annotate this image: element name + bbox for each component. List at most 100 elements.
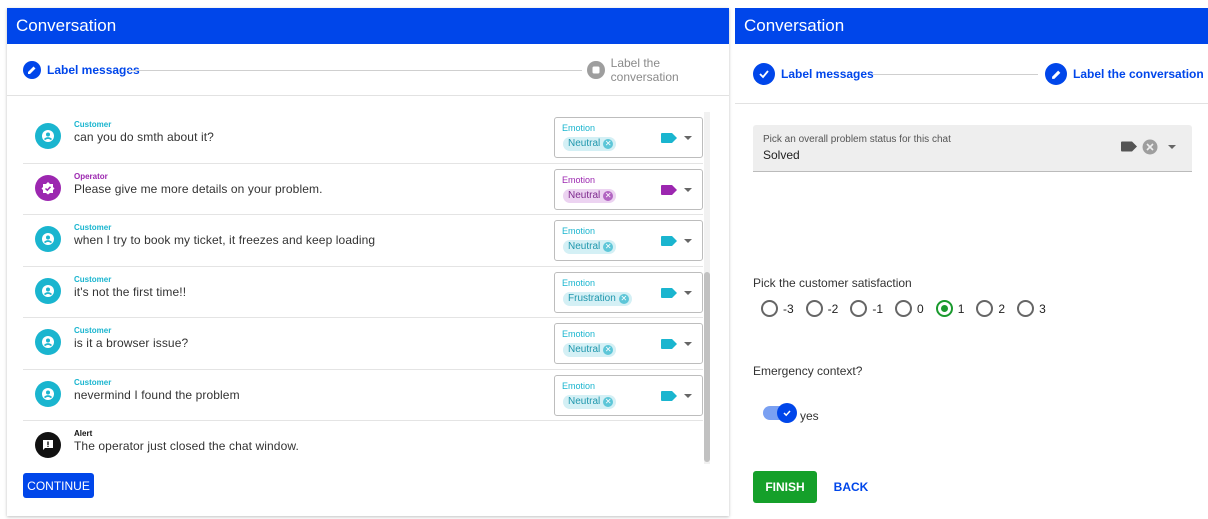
panel-title: Conversation — [16, 16, 117, 35]
customer-avatar-icon — [35, 277, 61, 304]
satisfaction-option[interactable]: 2 — [976, 300, 1005, 317]
emotion-chip-text: Neutral — [568, 344, 601, 355]
message-sender: Customer — [74, 377, 112, 387]
customer-avatar-icon — [35, 329, 61, 355]
pencil-icon — [23, 61, 41, 79]
emotion-label: Emotion — [562, 277, 596, 288]
radio-button[interactable] — [850, 300, 868, 317]
chip-remove-icon[interactable]: ✕ — [618, 293, 629, 304]
scrollbar[interactable] — [704, 112, 710, 464]
satisfaction-label: Pick the customer satisfaction — [753, 276, 912, 290]
chevron-down-icon[interactable] — [684, 136, 692, 140]
emotion-chip-text: Neutral — [568, 395, 601, 407]
check-icon — [777, 403, 797, 423]
message-sender: Operator — [74, 171, 108, 181]
emotion-label: Emotion — [562, 329, 596, 339]
step-box-icon — [587, 61, 605, 79]
step-label-messages[interactable]: Label messages — [753, 44, 874, 104]
tag-icon[interactable] — [1121, 141, 1137, 152]
conversation-panel-messages: Conversation Label messages Label the co… — [7, 8, 729, 516]
continue-button[interactable]: CONTINUE — [23, 473, 94, 498]
chevron-down-icon[interactable] — [684, 187, 692, 192]
tag-icon[interactable] — [661, 339, 677, 349]
customer-avatar-icon — [35, 226, 61, 252]
chip-remove-icon[interactable]: ✕ — [603, 396, 614, 407]
clear-icon[interactable] — [1142, 139, 1158, 155]
tag-icon[interactable] — [661, 287, 677, 298]
message-row: Customer nevermind I found the problem E… — [23, 370, 703, 421]
radio-label: -3 — [783, 301, 794, 316]
radio-button[interactable] — [761, 300, 778, 317]
customer-avatar-icon — [35, 123, 61, 149]
pencil-icon — [1045, 63, 1067, 85]
panel-header: Conversation — [7, 8, 729, 44]
message-text: nevermind I found the problem — [74, 387, 240, 402]
message-row: Customer is it a browser issue? Emotion … — [23, 318, 703, 370]
step-connector — [127, 70, 582, 71]
message-list: Customer can you do smth about it? Emoti… — [23, 112, 703, 473]
step-label: Label messages — [781, 67, 874, 81]
step-label-conversation[interactable]: Label the conversation — [1045, 44, 1204, 104]
satisfaction-option[interactable]: 3 — [1017, 300, 1046, 317]
step-label-conversation[interactable]: Label the conversation — [587, 44, 729, 96]
radio-button[interactable] — [1017, 300, 1035, 317]
tag-icon[interactable] — [661, 133, 677, 143]
chip-remove-icon[interactable]: ✕ — [603, 345, 614, 355]
emotion-chip: Neutral ✕ — [563, 137, 617, 151]
stepper: Label messages Label the conversation — [735, 44, 1208, 104]
chevron-down-icon[interactable] — [684, 239, 692, 243]
satisfaction-option[interactable]: -2 — [805, 300, 838, 317]
emotion-chip: Neutral ✕ — [563, 188, 617, 203]
emotion-select[interactable]: Emotion Frustration ✕ — [554, 271, 703, 313]
step-label: Label the conversation — [610, 56, 679, 84]
emotion-chip-text: Neutral — [568, 241, 601, 252]
emotion-chip: Neutral ✕ — [563, 343, 617, 357]
chip-remove-icon[interactable]: ✕ — [603, 242, 614, 252]
chip-remove-icon[interactable]: ✕ — [603, 139, 614, 149]
emotion-select[interactable]: Emotion Neutral ✕ — [554, 168, 703, 210]
message-text: is it a browser issue? — [74, 336, 189, 350]
operator-avatar-icon — [35, 174, 61, 201]
radio-button[interactable] — [805, 300, 823, 317]
satisfaction-option[interactable]: 1 — [935, 300, 964, 317]
emotion-label: Emotion — [562, 174, 596, 185]
tag-icon[interactable] — [661, 184, 677, 195]
emotion-chip: Neutral ✕ — [563, 240, 617, 254]
chevron-down-icon[interactable] — [684, 393, 692, 398]
emotion-select[interactable]: Emotion Neutral ✕ — [554, 220, 703, 261]
radio-button-selected[interactable] — [935, 300, 953, 317]
tag-icon[interactable] — [661, 236, 677, 246]
emotion-select[interactable]: Emotion Neutral ✕ — [554, 374, 703, 416]
chip-remove-icon[interactable]: ✕ — [603, 190, 614, 201]
radio-label: 3 — [1039, 301, 1046, 316]
satisfaction-option[interactable]: 0 — [895, 300, 924, 317]
back-button[interactable]: BACK — [827, 471, 875, 503]
message-sender: Alert — [74, 429, 93, 438]
emergency-label: Emergency context? — [753, 364, 863, 378]
radio-label: -1 — [872, 301, 884, 316]
satisfaction-option[interactable]: -1 — [850, 300, 883, 317]
emergency-toggle[interactable] — [763, 403, 797, 423]
chevron-down-icon[interactable] — [684, 290, 692, 295]
check-icon — [753, 63, 775, 85]
alert-message-icon — [35, 432, 61, 458]
message-row: Operator Please give me more details on … — [23, 164, 703, 215]
satisfaction-option[interactable]: -3 — [761, 300, 794, 317]
step-label-messages[interactable]: Label messages — [23, 44, 140, 96]
stepper: Label messages Label the conversation — [7, 44, 729, 96]
emotion-chip: Frustration ✕ — [563, 291, 632, 306]
emotion-select[interactable]: Emotion Neutral ✕ — [554, 323, 703, 364]
conversation-panel-labeling: Conversation Label messages Label the co… — [735, 8, 1208, 519]
problem-status-select[interactable]: Pick an overall problem status for this … — [753, 125, 1192, 172]
tag-icon[interactable] — [661, 390, 677, 401]
message-text: it's not the first time!! — [74, 284, 187, 299]
chevron-down-icon[interactable] — [684, 342, 692, 346]
message-row: Customer can you do smth about it? Emoti… — [23, 112, 703, 164]
radio-button[interactable] — [976, 300, 994, 317]
emotion-select[interactable]: Emotion Neutral ✕ — [554, 117, 703, 158]
radio-button[interactable] — [895, 300, 913, 317]
message-text: Please give me more details on your prob… — [74, 181, 323, 196]
scrollbar-thumb[interactable] — [704, 272, 710, 462]
chevron-down-icon[interactable] — [1168, 145, 1176, 149]
finish-button[interactable]: FINISH — [753, 471, 817, 503]
